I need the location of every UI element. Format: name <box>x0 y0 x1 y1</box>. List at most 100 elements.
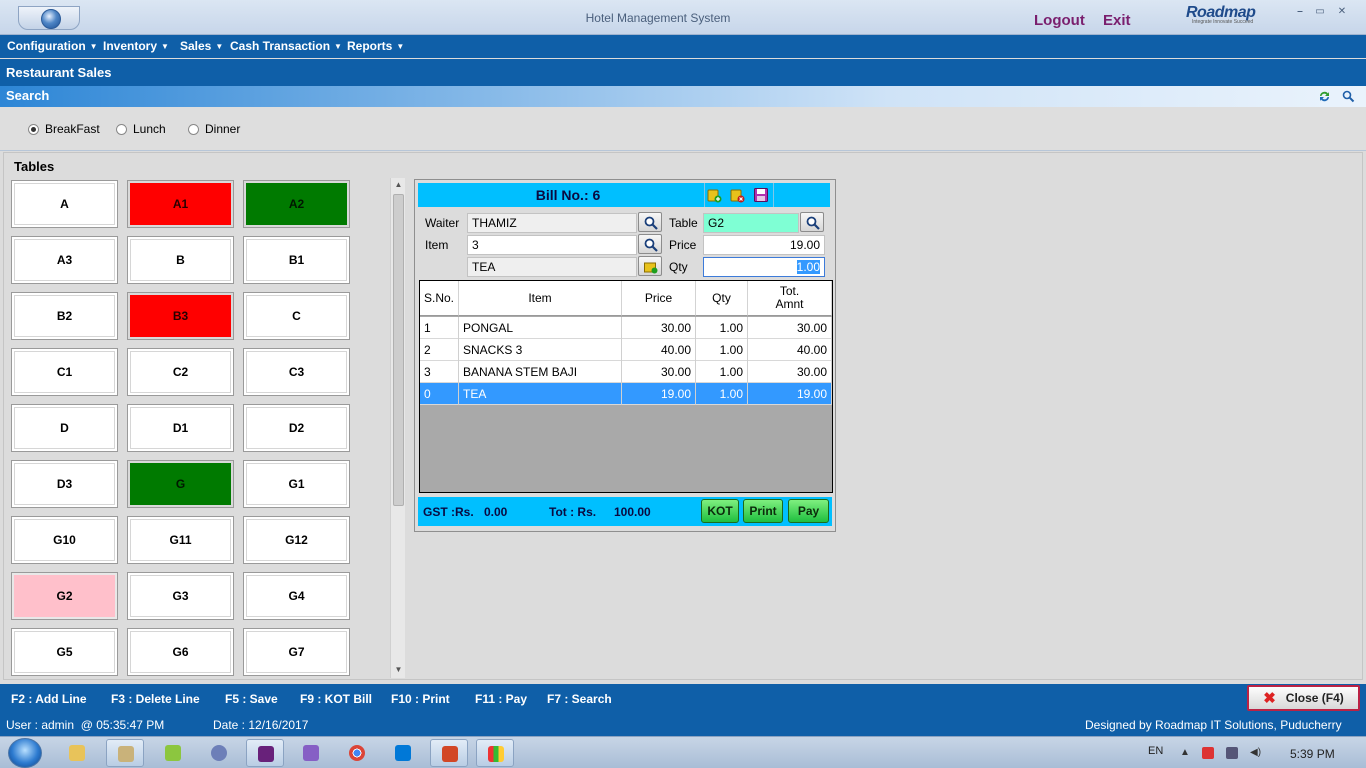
col-item[interactable]: Item <box>459 281 622 316</box>
chrome-icon <box>349 745 365 761</box>
taskbar-tools[interactable] <box>106 739 144 767</box>
menu-reports[interactable]: Reports ▼ <box>347 39 404 53</box>
table-tile-g3[interactable]: G3 <box>127 572 234 620</box>
table-tile-g1[interactable]: G1 <box>243 460 350 508</box>
menu-sales[interactable]: Sales ▼ <box>180 39 223 53</box>
taskbar-app3[interactable] <box>154 739 192 767</box>
table-tile-g6[interactable]: G6 <box>127 628 234 676</box>
table-tile-g5[interactable]: G5 <box>11 628 118 676</box>
table-tile-g10[interactable]: G10 <box>11 516 118 564</box>
tray-expand-icon[interactable]: ▲ <box>1180 747 1192 759</box>
action-center-icon[interactable] <box>1202 747 1214 759</box>
table-tile-d[interactable]: D <box>11 404 118 452</box>
radio-dinner[interactable]: Dinner <box>188 122 240 136</box>
close-window-icon[interactable]: ✕ <box>1332 4 1352 20</box>
waiter-label: Waiter <box>425 216 460 230</box>
table-tile-c2[interactable]: C2 <box>127 348 234 396</box>
search-label[interactable]: Search <box>6 88 49 103</box>
taskbar-hotel-app[interactable] <box>476 739 514 767</box>
os-taskbar: EN ▲ ◀) 5:39 PM <box>0 736 1366 768</box>
waiter-field[interactable]: THAMIZ <box>467 213 637 233</box>
section-header: Restaurant Sales <box>0 59 1366 86</box>
taskbar-visual-studio-2[interactable] <box>292 739 330 767</box>
item-lookup-button[interactable] <box>638 234 662 254</box>
kot-button[interactable]: KOT <box>701 499 739 523</box>
print-button[interactable]: Print <box>743 499 783 523</box>
table-row[interactable]: 0 TEA 19.00 1.00 19.00 <box>420 383 832 405</box>
waiter-lookup-button[interactable] <box>638 212 662 232</box>
col-qty[interactable]: Qty <box>696 281 748 316</box>
tables-scrollbar[interactable]: ▲ ▼ <box>390 178 405 678</box>
system-clock[interactable]: 5:39 PM <box>1290 747 1335 761</box>
close-button[interactable]: ✖ Close (F4) <box>1247 685 1360 711</box>
table-tile-b3[interactable]: B3 <box>127 292 234 340</box>
search-icon[interactable] <box>1342 90 1355 103</box>
scroll-thumb[interactable] <box>393 194 404 506</box>
item-name-field[interactable]: TEA <box>467 257 637 277</box>
scroll-up-icon[interactable]: ▲ <box>391 180 406 189</box>
table-tile-c[interactable]: C <box>243 292 350 340</box>
menu-inventory[interactable]: Inventory ▼ <box>103 39 169 53</box>
table-tile-g4[interactable]: G4 <box>243 572 350 620</box>
refresh-icon[interactable] <box>1318 90 1331 103</box>
bill-items-table[interactable]: S.No. Item Price Qty Tot. Amnt 1 PONGAL 30… <box>419 280 833 493</box>
taskbar-chrome[interactable] <box>338 739 376 767</box>
table-tile-a1[interactable]: A1 <box>127 180 234 228</box>
network-icon[interactable] <box>1226 747 1238 759</box>
volume-icon[interactable]: ◀) <box>1250 747 1262 759</box>
save-icon[interactable] <box>753 187 769 203</box>
item-code-field[interactable]: 3 <box>467 235 637 255</box>
table-tile-a2[interactable]: A2 <box>243 180 350 228</box>
col-total[interactable]: Tot. Amnt <box>748 281 832 316</box>
start-button[interactable] <box>8 738 42 768</box>
table-tile-b[interactable]: B <box>127 236 234 284</box>
taskbar-app4[interactable] <box>200 739 238 767</box>
taskbar-visual-studio[interactable] <box>246 739 284 767</box>
new-bill-icon[interactable] <box>706 187 722 203</box>
menu-cash-transaction[interactable]: Cash Transaction ▼ <box>230 39 342 53</box>
menu-configuration[interactable]: Configuration ▼ <box>7 39 98 53</box>
table-tile-d2[interactable]: D2 <box>243 404 350 452</box>
table-tile-b1[interactable]: B1 <box>243 236 350 284</box>
table-row[interactable]: 2 SNACKS 3 40.00 1.00 40.00 <box>420 339 832 361</box>
qty-field[interactable]: 1.00 <box>703 257 825 277</box>
table-tile-a3[interactable]: A3 <box>11 236 118 284</box>
taskbar-powerpoint[interactable] <box>430 739 468 767</box>
radio-lunch[interactable]: Lunch <box>116 122 166 136</box>
add-item-button[interactable] <box>638 256 662 276</box>
taskbar-explorer[interactable] <box>58 739 96 767</box>
exit-link[interactable]: Exit <box>1103 12 1131 29</box>
shortcut-add-line: F2 : Add Line <box>11 692 87 706</box>
table-tile-g7[interactable]: G7 <box>243 628 350 676</box>
delete-bill-icon[interactable] <box>729 187 745 203</box>
table-row[interactable]: 3 BANANA STEM BAJI 30.00 1.00 30.00 <box>420 361 832 383</box>
folder-icon <box>69 745 85 761</box>
col-price[interactable]: Price <box>622 281 696 316</box>
table-tile-g11[interactable]: G11 <box>127 516 234 564</box>
table-tile-c1[interactable]: C1 <box>11 348 118 396</box>
col-sno[interactable]: S.No. <box>420 281 459 316</box>
table-tile-g2[interactable]: G2 <box>11 572 118 620</box>
pay-button[interactable]: Pay <box>788 499 829 523</box>
taskbar-vscode[interactable] <box>384 739 422 767</box>
table-tile-d3[interactable]: D3 <box>11 460 118 508</box>
hotel-app-icon <box>488 746 504 762</box>
price-field[interactable]: 19.00 <box>703 235 825 255</box>
logout-link[interactable]: Logout <box>1034 12 1085 29</box>
chevron-down-icon: ▼ <box>161 42 169 51</box>
table-tile-b2[interactable]: B2 <box>11 292 118 340</box>
table-lookup-button[interactable] <box>800 212 824 232</box>
table-row[interactable]: 1 PONGAL 30.00 1.00 30.00 <box>420 317 832 339</box>
minimize-icon[interactable]: ⎯ <box>1290 4 1310 20</box>
table-tile-c3[interactable]: C3 <box>243 348 350 396</box>
cell-qty: 1.00 <box>696 339 748 361</box>
scroll-down-icon[interactable]: ▼ <box>391 665 406 674</box>
table-tile-a[interactable]: A <box>11 180 118 228</box>
radio-breakfast[interactable]: BreakFast <box>28 122 100 136</box>
language-indicator[interactable]: EN <box>1148 745 1163 757</box>
table-tile-g12[interactable]: G12 <box>243 516 350 564</box>
restore-icon[interactable]: ▭ <box>1310 4 1330 20</box>
table-tile-g[interactable]: G <box>127 460 234 508</box>
table-tile-d1[interactable]: D1 <box>127 404 234 452</box>
table-field[interactable]: G2 <box>703 213 799 233</box>
